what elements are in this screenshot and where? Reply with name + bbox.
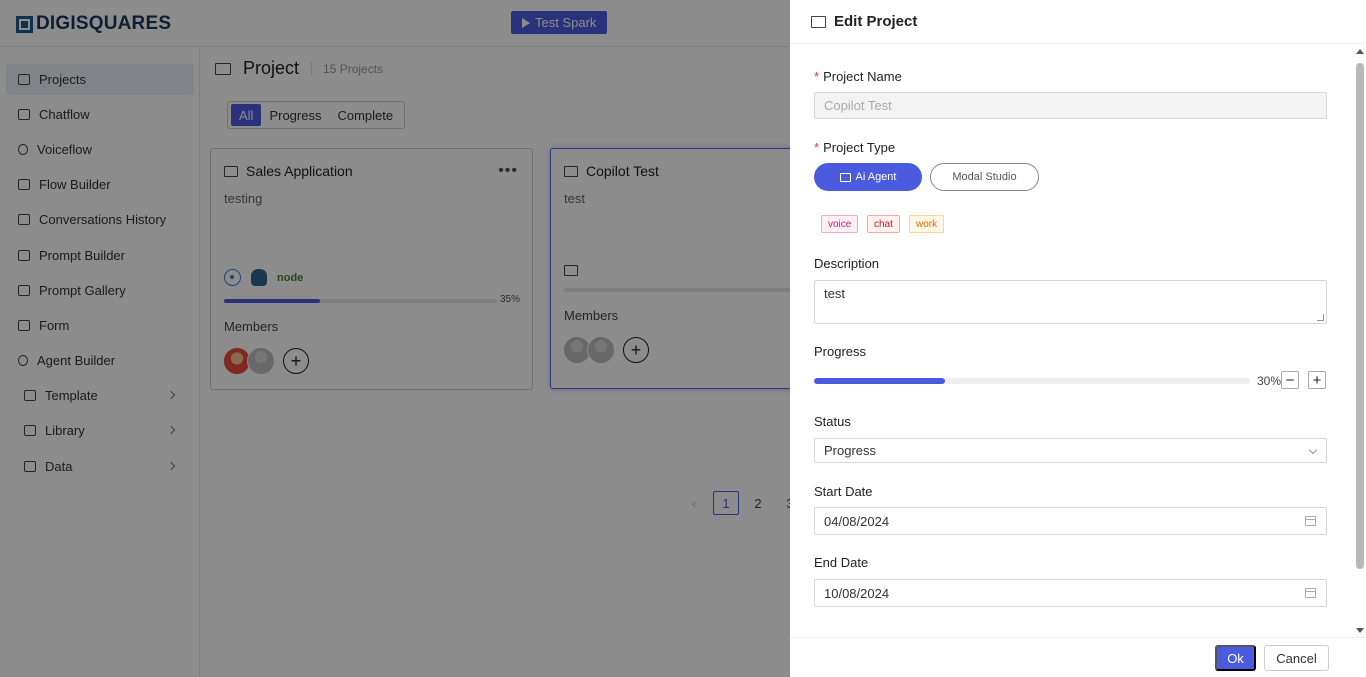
drawer-body: * Project Name Copilot Test * Project Type… [790, 45, 1350, 637]
drawer-title: Edit Project [834, 13, 918, 30]
project-type-label-text: Project Type [823, 140, 896, 155]
edit-project-drawer: Edit Project * Project Name Copilot Test … [790, 0, 1366, 677]
drawer-footer: Ok Cancel [790, 637, 1366, 677]
chat-icon [839, 172, 851, 182]
cancel-button[interactable]: Cancel [1264, 645, 1329, 671]
project-name-label-text: Project Name [823, 69, 902, 84]
ok-button[interactable]: Ok [1215, 645, 1256, 671]
tag-chat: chat [867, 215, 900, 233]
status-select[interactable]: Progress [814, 438, 1327, 463]
start-date-label: Start Date [814, 484, 873, 499]
project-name-input[interactable]: Copilot Test [814, 92, 1327, 119]
chevron-down-icon [1308, 445, 1318, 455]
progress-decrease-button[interactable]: − [1281, 371, 1299, 389]
progress-slider-fill [814, 378, 945, 384]
project-type-label: * Project Type [814, 140, 895, 155]
start-date-input[interactable]: 04/08/2024 [814, 507, 1327, 535]
folder-open-icon [811, 15, 826, 28]
progress-value: 30% [1257, 374, 1282, 388]
progress-label: Progress [814, 344, 867, 359]
status-value: Progress [824, 443, 877, 458]
description-label: Description [814, 256, 880, 271]
calendar-icon[interactable] [1305, 588, 1316, 598]
end-date-value: 10/08/2024 [824, 585, 890, 601]
type-ai-agent-button[interactable]: Ai Agent [814, 163, 922, 191]
description-value: test [824, 286, 845, 301]
start-date-value: 04/08/2024 [824, 513, 890, 529]
required-mark: * [814, 140, 820, 155]
type-modal-studio-label: Modal Studio [952, 171, 1017, 183]
calendar-icon[interactable] [1305, 516, 1316, 526]
end-date-label: End Date [814, 555, 869, 570]
scroll-up-icon[interactable] [1356, 49, 1364, 54]
tag-voice: voice [821, 215, 859, 233]
end-date-input[interactable]: 10/08/2024 [814, 579, 1327, 607]
scroll-thumb[interactable] [1356, 63, 1364, 569]
status-label: Status [814, 414, 851, 429]
project-name-label: * Project Name [814, 69, 902, 84]
resize-handle-icon[interactable] [1317, 314, 1324, 321]
progress-increase-button[interactable]: + [1308, 371, 1326, 389]
drawer-scrollbar[interactable] [1353, 45, 1366, 637]
description-textarea[interactable]: test [814, 280, 1327, 324]
progress-slider[interactable] [814, 378, 1250, 384]
required-mark: * [814, 69, 820, 84]
type-ai-agent-label: Ai Agent [855, 171, 897, 183]
modal-overlay[interactable] [0, 0, 790, 677]
type-modal-studio-button[interactable]: Modal Studio [930, 163, 1039, 191]
scroll-down-icon[interactable] [1356, 628, 1364, 633]
tag-work: work [909, 215, 945, 233]
drawer-header: Edit Project [790, 0, 1366, 44]
